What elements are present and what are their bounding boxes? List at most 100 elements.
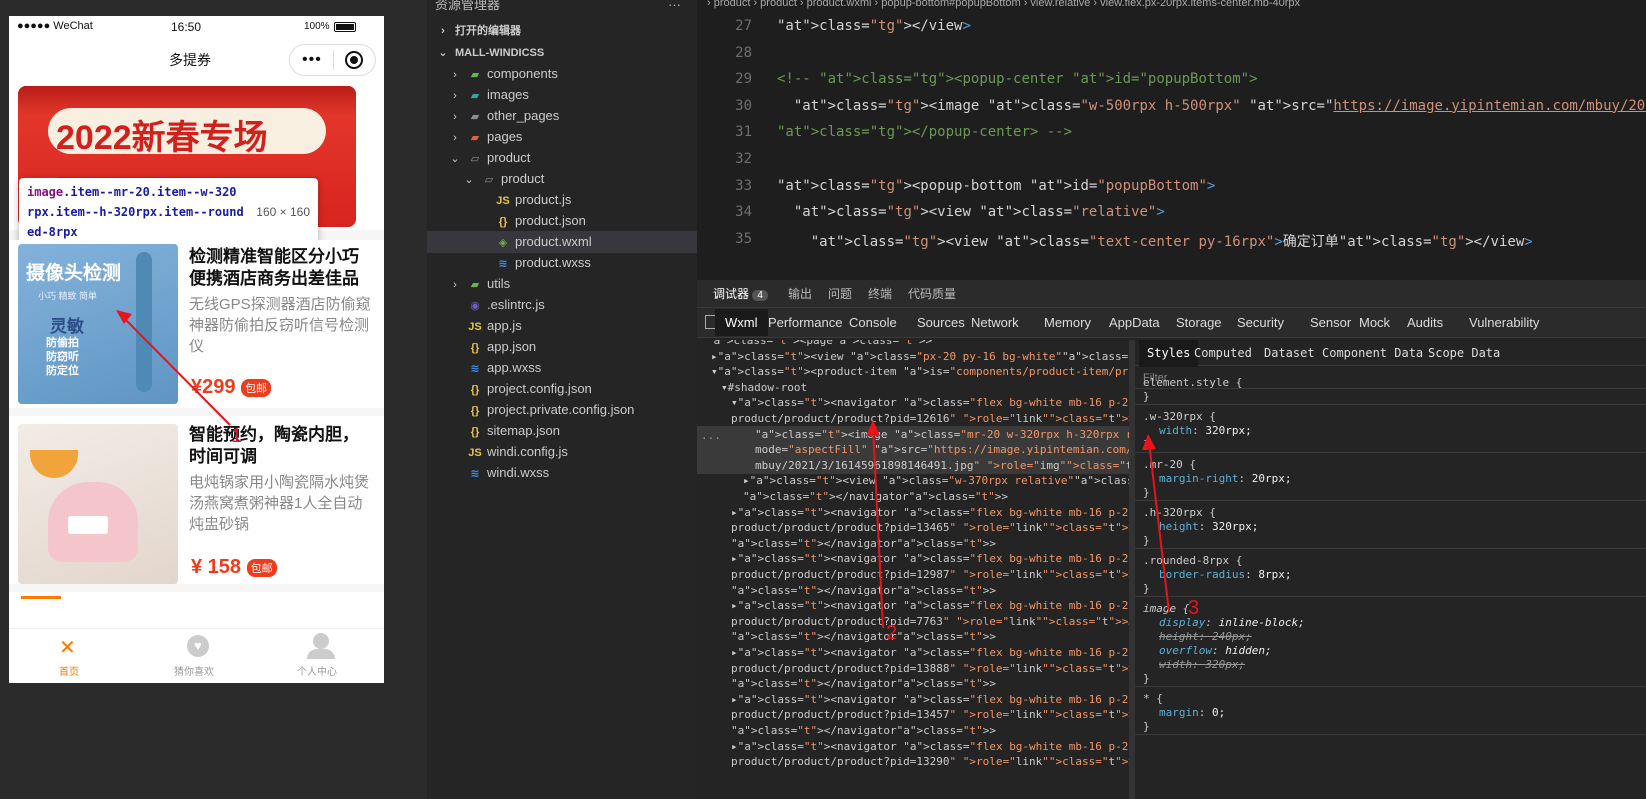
panel-tab-security[interactable]: Security [1235, 309, 1286, 336]
tab-code-quality[interactable]: 代码质量 [908, 280, 956, 308]
explorer-item-label: product [501, 171, 545, 186]
panel-tab-mock[interactable]: Mock [1357, 309, 1392, 336]
explorer-item-json[interactable]: {} sitemap.json [427, 420, 697, 442]
panel-tab-console[interactable]: Console [847, 309, 899, 336]
explorer-item-label: product.wxss [515, 255, 591, 270]
cooker-panel [68, 516, 108, 534]
code-line[interactable]: "at">class="tg"></view> [777, 18, 971, 34]
devtools-top-tabs: 调试器 4 输出 问题 终端 代码质量 [697, 280, 1646, 308]
heart-icon: ♥ [187, 635, 209, 657]
file-wxml-icon: ◈ [498, 237, 508, 249]
open-editors-label: 打开的编辑器 [455, 25, 521, 37]
file-js-icon: JS [496, 195, 510, 207]
explorer-item-folder-teal[interactable]: › ▰ images [427, 84, 697, 106]
tab-profile[interactable]: 个人中心 [259, 629, 384, 683]
explorer-item-wxml[interactable]: ◈ product.wxml [427, 231, 697, 253]
project-section[interactable]: ⌄ MALL-WINDICSS [435, 42, 697, 64]
explorer-item-label: product [487, 150, 531, 165]
tab-guess[interactable]: ♥ 猜你喜欢 [134, 629, 259, 683]
code-line[interactable]: "at">class="tg"><view "at">class="text-c… [777, 231, 1533, 251]
panel-tab-memory[interactable]: Memory [1042, 309, 1093, 336]
file-folder-green-icon: ▰ [470, 69, 480, 81]
explorer-item-label: app.json [487, 339, 537, 354]
product-desc-2: 电炖锅家用小陶瓷隔水炖煲汤燕窝煮粥神器1人全自动炖盅砂锅 [189, 474, 370, 533]
code-line[interactable]: "at">class="tg"></popup-center> --> [777, 124, 1072, 140]
file-wxss-icon: ≋ [470, 363, 480, 375]
file-json-icon: {} [470, 384, 480, 396]
tab-home[interactable]: ✕ 首页 [9, 629, 134, 683]
explorer-item-json[interactable]: {} project.private.config.json [427, 399, 697, 421]
chevron-icon: › [453, 111, 457, 123]
open-editors-section[interactable]: › 打开的编辑器 [435, 20, 697, 42]
explorer-item-folder-green[interactable]: › ▰ utils [427, 273, 697, 295]
line-number: 31 [735, 124, 752, 141]
explorer-item-js[interactable]: JS product.js [427, 189, 697, 211]
explorer-item-json[interactable]: {} product.json [427, 210, 697, 232]
file-eslint-icon: ◉ [470, 300, 480, 312]
code-editor[interactable]: › product › product › product.wxml › pop… [697, 0, 1646, 280]
explorer-item-wxss[interactable]: ≋ product.wxss [427, 252, 697, 274]
code-line[interactable]: "at">class="tg"><image "at">class="w-500… [777, 98, 1646, 114]
panel-tab-storage[interactable]: Storage [1174, 309, 1224, 336]
code-line[interactable]: "at">class="tg"><popup-bottom "at">id="p… [777, 178, 1215, 194]
tab-debugger[interactable]: 调试器 4 [713, 280, 768, 308]
annotation-label-3: 3 [1188, 597, 1200, 619]
panel-tab-vulnerability[interactable]: Vulnerability [1467, 309, 1541, 336]
code-line[interactable]: <!-- "at">class="tg"><popup-center "at">… [777, 71, 1258, 87]
more-actions-icon[interactable]: ··· [668, 0, 681, 16]
explorer-item-wxss[interactable]: ≋ app.wxss [427, 357, 697, 379]
explorer-item-folder[interactable]: › ▰ other_pages [427, 105, 697, 127]
explorer-item-eslint[interactable]: ◉ .eslintrc.js [427, 294, 697, 316]
tab-problems[interactable]: 问题 [828, 280, 852, 308]
explorer-item-label: product.json [515, 213, 586, 228]
explorer-item-folder-open[interactable]: ⌄ ▱ product [427, 147, 697, 169]
file-js-icon: JS [468, 447, 482, 459]
panel-tab-sources[interactable]: Sources [915, 309, 967, 336]
chevron-icon: ⌄ [450, 153, 460, 165]
file-js-icon: JS [468, 321, 482, 333]
explorer-item-label: project.config.json [487, 381, 592, 396]
explorer-item-json[interactable]: {} project.config.json [427, 378, 697, 400]
tab-output[interactable]: 输出 [788, 280, 812, 308]
panel-tab-sensor[interactable]: Sensor [1308, 309, 1353, 336]
panel-tab-audits[interactable]: Audits [1405, 309, 1445, 336]
code-line[interactable]: "at">class="tg"><view "at">class="relati… [777, 204, 1165, 220]
panel-tab-performance[interactable]: Performance [766, 309, 844, 336]
tab-label: 首页 [59, 667, 79, 678]
line-number: 33 [735, 177, 752, 194]
explorer-item-label: pages [487, 129, 523, 144]
line-number: 34 [735, 204, 752, 221]
panel-tab-wxml[interactable]: Wxml [715, 309, 768, 336]
progress-line [21, 596, 61, 599]
explorer-item-folder-red[interactable]: › ▰ pages [427, 126, 697, 148]
explorer-item-label: app.js [487, 318, 522, 333]
explorer-item-json[interactable]: {} app.json [427, 336, 697, 358]
explorer-item-folder-green[interactable]: › ▰ components [427, 63, 697, 85]
panel-tab-network[interactable]: Network [969, 309, 1021, 336]
code-url[interactable]: https://image.yipintemian.com/mbuy/2021/… [1333, 98, 1646, 114]
file-folder-icon: ▰ [470, 111, 480, 123]
file-folder-red-icon: ▰ [470, 132, 480, 144]
chevron-right-icon: › [441, 25, 445, 37]
explorer-item-wxss[interactable]: ≋ windi.wxss [427, 462, 697, 484]
product-price-2: ¥ 158 包邮 [191, 556, 277, 579]
tab-bar: ✕ 首页 ♥ 猜你喜欢 个人中心 [9, 628, 384, 683]
annotation-arrows-2-3 [866, 420, 1170, 629]
annotation-label-1: 1 [231, 425, 243, 447]
file-folder-teal-icon: ▰ [470, 90, 480, 102]
panel-tab-appdata[interactable]: AppData [1107, 309, 1162, 336]
explorer-item-label: utils [487, 276, 511, 291]
explorer-item-js[interactable]: JS app.js [427, 315, 697, 337]
file-folder-open-icon: ▱ [484, 174, 494, 186]
explorer-item-js[interactable]: JS windi.config.js [427, 441, 697, 463]
line-number: 32 [735, 151, 752, 167]
chevron-icon: › [453, 69, 457, 81]
explorer-item-folder-open[interactable]: ⌄ ▱ product [427, 168, 697, 190]
debugger-badge: 4 [752, 290, 768, 301]
explorer-header: 资源管理器 ··· [435, 0, 697, 16]
explorer-item-label: product.js [515, 192, 572, 207]
devtools-panel: 调试器 4 输出 问题 终端 代码质量 Wxml Performance Conso… [697, 280, 1646, 799]
devtools-panel-tabs: Wxml Performance Console Sources Network Memo… [697, 308, 1646, 338]
explorer-item-label: app.wxss [487, 360, 542, 375]
tab-terminal[interactable]: 终端 [868, 280, 892, 308]
